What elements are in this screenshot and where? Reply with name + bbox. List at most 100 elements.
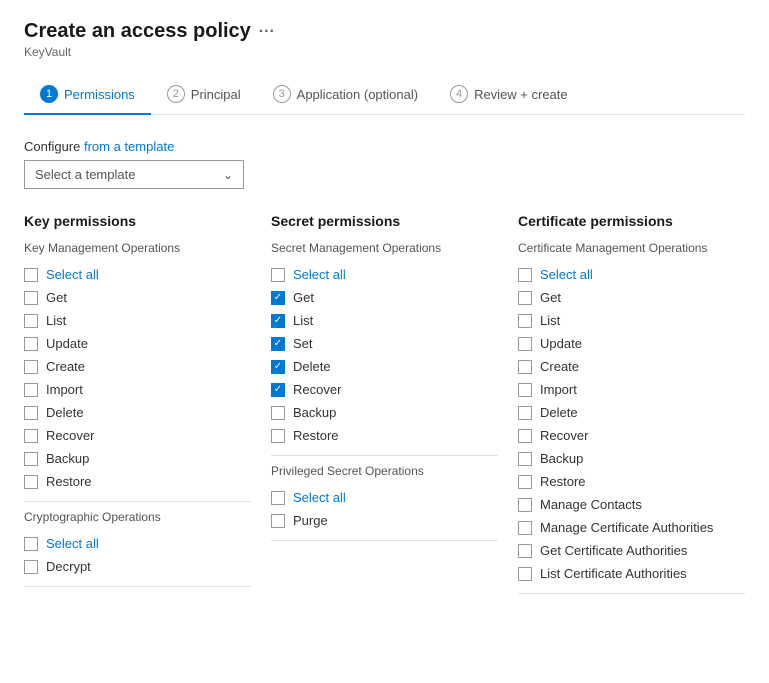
secret-set-label[interactable]: Set — [293, 336, 313, 351]
cert-get-label[interactable]: Get — [540, 290, 561, 305]
checkbox-cert-restore[interactable] — [518, 475, 532, 489]
key-mgmt-section: Key Management Operations Select all Get… — [24, 241, 251, 502]
priv-select-all-label[interactable]: Select all — [293, 490, 346, 505]
checkbox-cert-update[interactable] — [518, 337, 532, 351]
cert-list-ca-label[interactable]: List Certificate Authorities — [540, 566, 687, 581]
checkbox-key-list[interactable] — [24, 314, 38, 328]
checkbox-key-backup[interactable] — [24, 452, 38, 466]
checkbox-cert-create[interactable] — [518, 360, 532, 374]
priv-purge-label[interactable]: Purge — [293, 513, 328, 528]
checkbox-key-update[interactable] — [24, 337, 38, 351]
secret-list-label[interactable]: List — [293, 313, 313, 328]
checkbox-cert-get[interactable] — [518, 291, 532, 305]
checkbox-key-delete[interactable] — [24, 406, 38, 420]
checkbox-key-get[interactable] — [24, 291, 38, 305]
key-permissions-title: Key permissions — [24, 213, 251, 229]
checkbox-secret-recover[interactable] — [271, 383, 285, 397]
checkbox-cert-list[interactable] — [518, 314, 532, 328]
key-list-label[interactable]: List — [46, 313, 66, 328]
key-recover-label[interactable]: Recover — [46, 428, 94, 443]
cert-manage-ca-label[interactable]: Manage Certificate Authorities — [540, 520, 713, 535]
checkbox-secret-restore[interactable] — [271, 429, 285, 443]
list-item: Create — [24, 355, 251, 378]
checkbox-cert-manage-contacts[interactable] — [518, 498, 532, 512]
cert-delete-label[interactable]: Delete — [540, 405, 578, 420]
key-crypto-section: Cryptographic Operations Select all Decr… — [24, 510, 251, 587]
key-import-label[interactable]: Import — [46, 382, 83, 397]
cert-get-ca-label[interactable]: Get Certificate Authorities — [540, 543, 687, 558]
tab-permissions[interactable]: 1 Permissions — [24, 75, 151, 115]
tab-review[interactable]: 4 Review + create — [434, 75, 584, 115]
secret-get-label[interactable]: Get — [293, 290, 314, 305]
key-select-all-label[interactable]: Select all — [46, 267, 99, 282]
page-title-row: Create an access policy ··· — [24, 20, 745, 43]
secret-select-all-label[interactable]: Select all — [293, 267, 346, 282]
key-update-label[interactable]: Update — [46, 336, 88, 351]
secret-recover-label[interactable]: Recover — [293, 382, 341, 397]
checkbox-secret-delete[interactable] — [271, 360, 285, 374]
list-item: List Certificate Authorities — [518, 562, 745, 585]
checkbox-key-select-all[interactable] — [24, 268, 38, 282]
secret-delete-label[interactable]: Delete — [293, 359, 331, 374]
cert-update-label[interactable]: Update — [540, 336, 582, 351]
list-item: Backup — [24, 447, 251, 470]
checkbox-cert-list-ca[interactable] — [518, 567, 532, 581]
checkbox-cert-get-ca[interactable] — [518, 544, 532, 558]
list-item: Create — [518, 355, 745, 378]
tab-principal[interactable]: 2 Principal — [151, 75, 257, 115]
checkbox-crypto-decrypt[interactable] — [24, 560, 38, 574]
cert-restore-label[interactable]: Restore — [540, 474, 586, 489]
checkbox-secret-list[interactable] — [271, 314, 285, 328]
secret-mgmt-section: Secret Management Operations Select all … — [271, 241, 498, 456]
checkbox-cert-delete[interactable] — [518, 406, 532, 420]
list-item: Manage Certificate Authorities — [518, 516, 745, 539]
checkbox-cert-recover[interactable] — [518, 429, 532, 443]
list-item: Get — [24, 286, 251, 309]
checkbox-secret-backup[interactable] — [271, 406, 285, 420]
crypto-decrypt-label[interactable]: Decrypt — [46, 559, 91, 574]
checkbox-key-create[interactable] — [24, 360, 38, 374]
checkbox-cert-manage-ca[interactable] — [518, 521, 532, 535]
checkbox-secret-set[interactable] — [271, 337, 285, 351]
crypto-select-all-label[interactable]: Select all — [46, 536, 99, 551]
key-get-label[interactable]: Get — [46, 290, 67, 305]
checkbox-secret-get[interactable] — [271, 291, 285, 305]
checkbox-key-restore[interactable] — [24, 475, 38, 489]
key-delete-label[interactable]: Delete — [46, 405, 84, 420]
cert-create-label[interactable]: Create — [540, 359, 579, 374]
cert-import-label[interactable]: Import — [540, 382, 577, 397]
checkbox-key-import[interactable] — [24, 383, 38, 397]
template-dropdown[interactable]: Select a template ⌄ — [24, 160, 244, 189]
secret-privileged-section-title: Privileged Secret Operations — [271, 464, 498, 478]
checkbox-cert-import[interactable] — [518, 383, 532, 397]
tab-application-label: Application (optional) — [297, 87, 418, 102]
key-restore-label[interactable]: Restore — [46, 474, 92, 489]
cert-backup-label[interactable]: Backup — [540, 451, 583, 466]
checkbox-priv-select-all[interactable] — [271, 491, 285, 505]
list-item: List — [24, 309, 251, 332]
list-item: Select all — [271, 486, 498, 509]
checkbox-key-recover[interactable] — [24, 429, 38, 443]
checkbox-priv-purge[interactable] — [271, 514, 285, 528]
cert-select-all-label[interactable]: Select all — [540, 267, 593, 282]
list-item: Select all — [518, 263, 745, 286]
tab-application[interactable]: 3 Application (optional) — [257, 75, 434, 115]
list-item: Get — [271, 286, 498, 309]
key-permissions-column: Key permissions Key Management Operation… — [24, 213, 251, 602]
template-link[interactable]: from a template — [84, 139, 174, 154]
cert-recover-label[interactable]: Recover — [540, 428, 588, 443]
checkbox-secret-select-all[interactable] — [271, 268, 285, 282]
cert-manage-contacts-label[interactable]: Manage Contacts — [540, 497, 642, 512]
checkbox-crypto-select-all[interactable] — [24, 537, 38, 551]
tab-step-1: 1 — [40, 85, 58, 103]
secret-privileged-list: Select all Purge — [271, 486, 498, 541]
secret-restore-label[interactable]: Restore — [293, 428, 339, 443]
key-create-label[interactable]: Create — [46, 359, 85, 374]
checkbox-cert-backup[interactable] — [518, 452, 532, 466]
key-backup-label[interactable]: Backup — [46, 451, 89, 466]
cert-list-label[interactable]: List — [540, 313, 560, 328]
secret-backup-label[interactable]: Backup — [293, 405, 336, 420]
page-title-ellipsis[interactable]: ··· — [259, 23, 275, 41]
checkbox-cert-select-all[interactable] — [518, 268, 532, 282]
list-item: List — [271, 309, 498, 332]
